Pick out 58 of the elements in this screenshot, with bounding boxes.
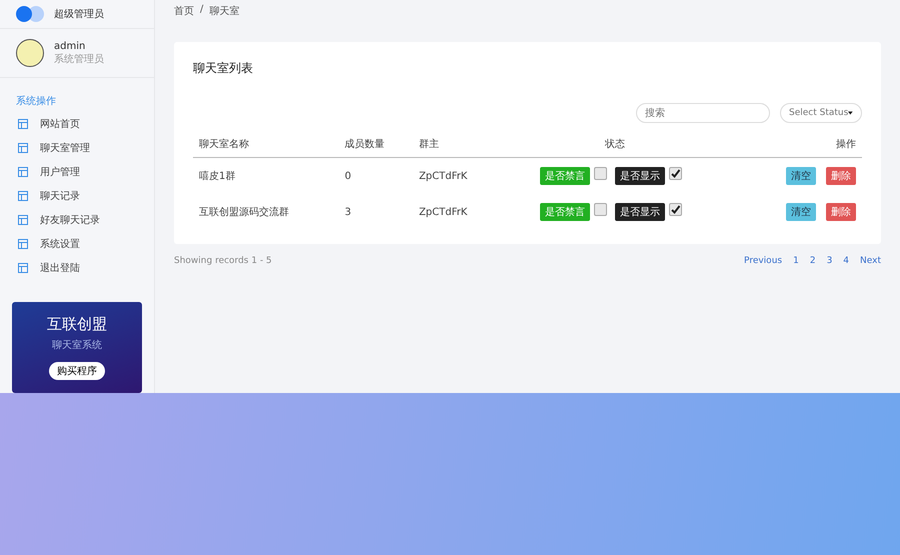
column-header: 状态 bbox=[499, 131, 731, 158]
checkbox[interactable] bbox=[668, 203, 682, 216]
breadcrumb-item: / bbox=[200, 4, 204, 17]
layout-icon bbox=[18, 239, 28, 249]
user-role: 系统管理员 bbox=[54, 52, 104, 66]
checkbox[interactable] bbox=[594, 167, 607, 180]
checkbox[interactable] bbox=[594, 203, 607, 216]
column-header: 聊天室名称 bbox=[193, 131, 339, 158]
section-title: 系统操作 bbox=[15, 94, 57, 109]
sidebar-item[interactable]: 网站首页 bbox=[0, 112, 154, 136]
layout-icon bbox=[18, 167, 28, 177]
sidebar-item[interactable]: 聊天室管理 bbox=[0, 136, 154, 160]
logo-icon bbox=[16, 6, 44, 22]
table-cell-text: 互联创盟源码交流群 bbox=[198, 206, 290, 220]
column-header: 群主 bbox=[412, 131, 500, 158]
table-cell: 嘻皮1群 bbox=[193, 158, 339, 194]
show-button[interactable]: 是否显示 bbox=[614, 167, 665, 185]
table-cell-text: 3 bbox=[344, 206, 352, 220]
breadcrumb-item: 首页 bbox=[174, 5, 194, 19]
table-cell-text: ZpCTdFrK bbox=[418, 206, 468, 220]
column-header: 成员数量 bbox=[338, 131, 413, 158]
avatar-icon bbox=[16, 39, 44, 67]
pagination-link[interactable]: 1 bbox=[793, 256, 799, 266]
layout-icon bbox=[18, 119, 28, 129]
checkbox[interactable] bbox=[668, 167, 682, 180]
promo-title: 互联创盟 bbox=[47, 315, 107, 334]
delete-button[interactable]: 删除 bbox=[826, 167, 856, 185]
user-name: admin bbox=[54, 40, 86, 52]
buy-button[interactable]: 购买程序 bbox=[49, 362, 105, 380]
sidebar-item[interactable]: 聊天记录 bbox=[0, 184, 154, 208]
sidebar-item[interactable]: 退出登陆 bbox=[0, 256, 154, 280]
search-field[interactable]: 搜索 bbox=[636, 103, 770, 123]
pagination-link[interactable]: Next bbox=[860, 256, 881, 266]
pagination-link[interactable]: 3 bbox=[826, 256, 832, 266]
card-title: 聊天室列表 bbox=[193, 60, 254, 77]
table-cell: ZpCTdFrK bbox=[412, 158, 500, 194]
pagination-link[interactable]: 4 bbox=[843, 256, 850, 266]
records-info: Showing records 1 - 5 bbox=[174, 256, 272, 266]
sidebar-item[interactable]: 好友聊天记录 bbox=[0, 208, 154, 232]
clear-button[interactable]: 清空 bbox=[786, 203, 816, 221]
pagination-link[interactable]: Previous bbox=[744, 256, 782, 266]
breadcrumb-item: 聊天室 bbox=[209, 4, 240, 19]
brand-title: 超级管理员 bbox=[54, 8, 104, 21]
sidebar-item[interactable]: 系统设置 bbox=[0, 232, 154, 256]
promo-subtitle: 聊天室系统 bbox=[52, 338, 102, 352]
clear-button[interactable]: 清空 bbox=[786, 167, 816, 185]
delete-button[interactable]: 删除 bbox=[826, 203, 856, 221]
sidebar-item[interactable]: 用户管理 bbox=[0, 160, 154, 184]
layout-icon bbox=[18, 191, 28, 201]
layout-icon bbox=[18, 215, 28, 225]
caret-icon bbox=[848, 111, 853, 115]
layout-icon bbox=[18, 263, 28, 273]
table-cell: 0 bbox=[338, 158, 413, 194]
pagination-link[interactable]: 2 bbox=[810, 256, 816, 266]
column-header: 操作 bbox=[730, 131, 862, 158]
show-button[interactable]: 是否显示 bbox=[614, 203, 665, 221]
status-select[interactable]: Select Status bbox=[780, 103, 862, 123]
layout-icon bbox=[18, 143, 28, 153]
